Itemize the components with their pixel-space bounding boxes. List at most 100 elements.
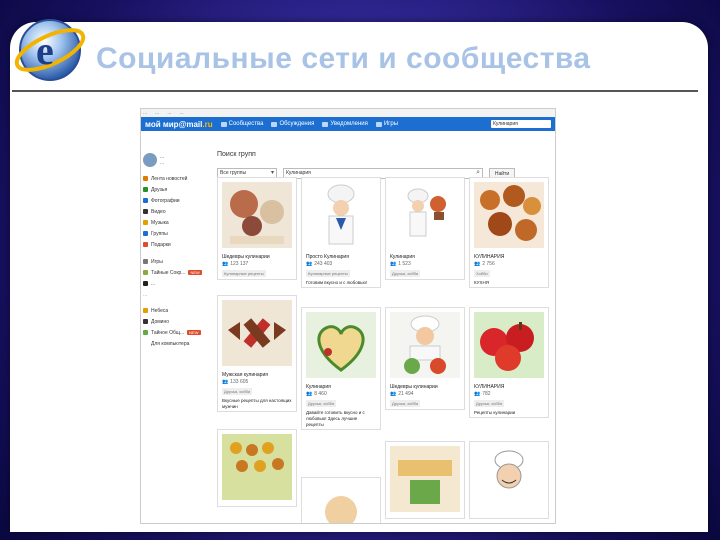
profile-block[interactable]: ...... bbox=[141, 151, 213, 169]
group-name[interactable]: Шедевры кулинарии bbox=[386, 384, 464, 391]
communities-icon bbox=[220, 121, 227, 127]
profile-name: ...... bbox=[160, 154, 165, 166]
members-icon: 👥 bbox=[222, 379, 229, 385]
group-card[interactable]: Мужская кулинария 👥 133 605 Друзья, хобби… bbox=[217, 295, 297, 412]
sidebar-item-feed[interactable]: Лента новостей bbox=[141, 173, 213, 184]
group-thumbnail bbox=[390, 312, 460, 378]
nav-communities[interactable]: Сообщества bbox=[220, 121, 263, 127]
group-thumbnail bbox=[222, 300, 292, 366]
game-item[interactable]: Тайные Сокр... NEW bbox=[141, 267, 213, 278]
games-list: Игры Тайные Сокр... NEW ... bbox=[141, 256, 213, 289]
group-description: Давайте готовить вкусно и с любовью! Зде… bbox=[306, 410, 365, 427]
sidebar-item-groups[interactable]: Группы bbox=[141, 228, 213, 239]
group-name[interactable]: Кулинария bbox=[386, 254, 464, 261]
nav-games[interactable]: Игры bbox=[375, 121, 398, 127]
app-icon bbox=[143, 319, 148, 324]
sidebar-item-photos[interactable]: Фотографии bbox=[141, 195, 213, 206]
app-icon bbox=[143, 330, 148, 335]
page-title: Поиск групп bbox=[217, 151, 256, 158]
member-count: 👥 1 523 bbox=[390, 261, 411, 267]
group-name[interactable]: Шедевры кулинарии bbox=[218, 254, 296, 261]
game-item[interactable]: Игры bbox=[141, 256, 213, 267]
group-thumbnail bbox=[306, 182, 376, 248]
group-card[interactable] bbox=[469, 441, 549, 519]
group-description: Готовим вкусно и с любовью! bbox=[306, 280, 368, 285]
group-category: Друзья, хобби bbox=[222, 388, 253, 395]
feed-icon bbox=[143, 176, 148, 181]
group-card[interactable]: Шедевры кулинарии 👥 123 137 Кулинарные ре… bbox=[217, 177, 297, 280]
group-card[interactable]: Кулинария 👥 8 460 Друзья, хобби Давайте г… bbox=[301, 307, 381, 430]
sidebar-item-friends[interactable]: Друзья bbox=[141, 184, 213, 195]
app-item[interactable]: Небеса bbox=[141, 305, 213, 316]
games-icon bbox=[375, 121, 382, 127]
sidebar-item-gifts[interactable]: Подарки bbox=[141, 239, 213, 250]
app-item[interactable]: Тайное Общ... NEW bbox=[141, 327, 213, 338]
left-sidebar: ...... Лента новостей Друзья Фотографии … bbox=[141, 151, 213, 349]
photos-icon bbox=[143, 198, 148, 203]
embedded-screenshot: ... ... ... ... мой мир@mail.ru Сообщест… bbox=[140, 108, 556, 524]
group-card[interactable]: Просто Кулинария 👥 243 403 Кулинарные рец… bbox=[301, 177, 381, 288]
member-count: 👥 243 403 bbox=[306, 261, 333, 267]
group-name[interactable]: Кулинария bbox=[302, 384, 380, 391]
header-search-input[interactable]: Кулинария bbox=[491, 120, 551, 128]
gifts-icon bbox=[143, 242, 148, 247]
group-category: Кулинарные рецепты bbox=[222, 270, 266, 277]
app-item[interactable]: Домино bbox=[141, 316, 213, 327]
member-count: 👥 8 460 bbox=[306, 391, 327, 397]
video-icon bbox=[143, 209, 148, 214]
group-thumbnail bbox=[474, 312, 544, 378]
members-icon: 👥 bbox=[474, 261, 481, 267]
sidebar-item-music[interactable]: Музыка bbox=[141, 217, 213, 228]
group-card[interactable]: Шедевры кулинарии 👥 21 494 Друзья, хобби bbox=[385, 307, 465, 410]
internet-explorer-logo: e bbox=[14, 19, 86, 81]
members-icon: 👥 bbox=[306, 391, 313, 397]
group-card[interactable] bbox=[217, 429, 297, 507]
group-category: Хобби bbox=[474, 270, 490, 277]
members-icon: 👥 bbox=[390, 261, 397, 267]
top-link[interactable]: ... bbox=[155, 109, 159, 117]
sidebar-item-video[interactable]: Видео bbox=[141, 206, 213, 217]
group-card[interactable]: КУЛИНАРИЯ 👥 2 756 Хобби КУХНЯ bbox=[469, 177, 549, 288]
avatar[interactable] bbox=[143, 153, 157, 167]
app-icon bbox=[143, 308, 148, 313]
group-description: Вкусные рецепты для настоящих мужчин bbox=[222, 398, 292, 409]
top-link[interactable]: ... bbox=[167, 109, 171, 117]
new-badge: NEW bbox=[187, 330, 201, 335]
game-icon bbox=[143, 259, 148, 264]
group-thumbnail bbox=[306, 482, 376, 523]
group-name[interactable]: КУЛИНАРИЯ bbox=[470, 254, 548, 261]
nav-discussions[interactable]: Обсуждения bbox=[271, 121, 314, 127]
group-category: Друзья, хобби bbox=[474, 400, 505, 407]
group-name[interactable]: Просто Кулинария bbox=[302, 254, 380, 261]
music-icon bbox=[143, 220, 148, 225]
group-description: КУХНЯ bbox=[474, 280, 490, 285]
search-icon[interactable]: ⌕ bbox=[476, 168, 480, 177]
group-name[interactable]: КУЛИНАРИЯ bbox=[470, 384, 548, 391]
top-link[interactable]: ... bbox=[180, 109, 184, 117]
group-name[interactable]: Мужская кулинария bbox=[218, 372, 296, 379]
app-item[interactable]: Для компьютера bbox=[141, 338, 213, 349]
group-search-main: Поиск групп Все группы Кулинария⌕ Найти … bbox=[217, 151, 553, 523]
game-icon bbox=[143, 281, 148, 286]
group-category: Кулинарные рецепты bbox=[306, 270, 350, 277]
moi-mir-logo[interactable]: мой мир@mail.ru bbox=[145, 120, 213, 129]
slide-title: Социальные сети и сообщества bbox=[96, 42, 591, 75]
group-category: Друзья, хобби bbox=[306, 400, 337, 407]
notifications-icon bbox=[322, 121, 329, 127]
group-thumbnail bbox=[474, 446, 544, 512]
members-icon: 👥 bbox=[222, 261, 229, 267]
member-count: 👥 123 137 bbox=[222, 261, 249, 267]
group-card[interactable]: КУЛИНАРИЯ 👥 782 Друзья, хобби Рецепты кул… bbox=[469, 307, 549, 418]
game-icon bbox=[143, 270, 148, 275]
nav-notifications[interactable]: Уведомления bbox=[322, 121, 368, 127]
member-count: 👥 782 bbox=[474, 391, 491, 397]
group-card[interactable]: Кулинария 👥 1 523 Друзья, хобби bbox=[385, 177, 465, 280]
discussions-icon bbox=[271, 121, 278, 127]
game-item[interactable]: ... bbox=[141, 278, 213, 289]
group-card[interactable] bbox=[385, 441, 465, 519]
groups-icon bbox=[143, 231, 148, 236]
group-card[interactable] bbox=[301, 477, 381, 523]
member-count: 👥 2 756 bbox=[474, 261, 495, 267]
top-link[interactable]: ... bbox=[143, 109, 147, 117]
member-count: 👥 133 605 bbox=[222, 379, 249, 385]
